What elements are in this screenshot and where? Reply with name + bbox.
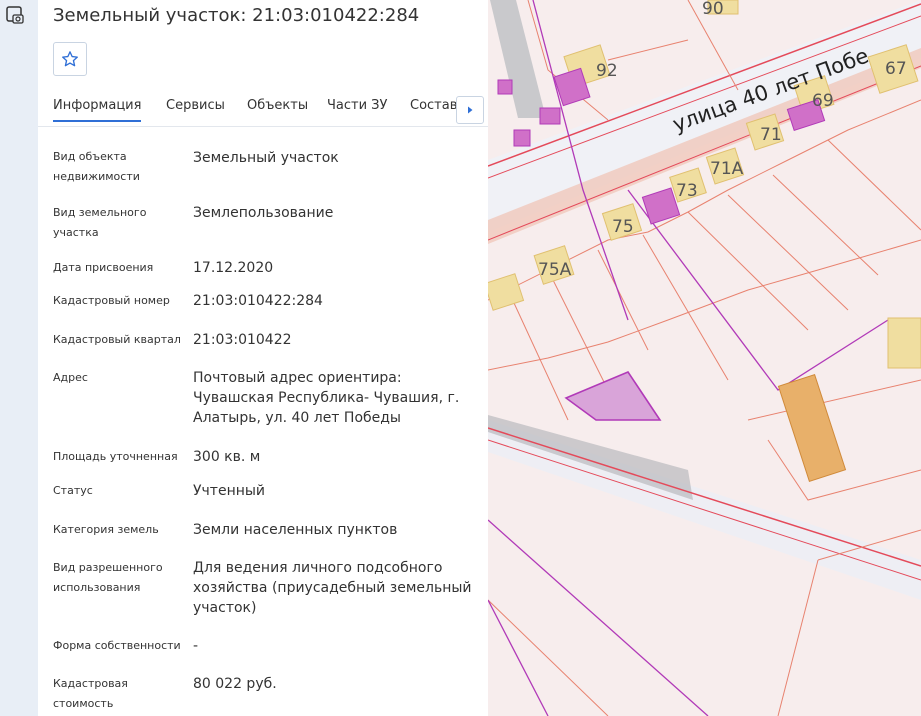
- info-label: Вид земельного участка: [53, 206, 147, 239]
- info-label: Форма собственности: [53, 639, 181, 652]
- house-number-label: 73: [676, 181, 698, 201]
- house-number-label: 69: [812, 91, 834, 111]
- tab-parts[interactable]: Части ЗУ: [327, 98, 387, 113]
- info-label: Площадь уточненная: [53, 450, 178, 463]
- tabs-next-button[interactable]: [456, 96, 484, 124]
- info-label: Кадастровая стоимость: [53, 677, 128, 710]
- info-value: Земли населенных пунктов: [193, 522, 398, 538]
- info-value: 300 кв. м: [193, 449, 261, 465]
- info-value: 17.12.2020: [193, 260, 274, 276]
- house-number-label: 90: [702, 0, 724, 19]
- tab-services[interactable]: Сервисы: [166, 98, 225, 113]
- left-toolbar: [0, 0, 38, 716]
- info-value: 21:03:010422: [193, 332, 292, 348]
- house-number-label: 67: [885, 59, 907, 79]
- info-label: Вид объекта недвижимости: [53, 150, 140, 183]
- info-value: Земельный участок: [193, 150, 339, 166]
- info-label: Кадастровый квартал: [53, 333, 181, 346]
- chevron-right-icon: [468, 106, 473, 114]
- info-label: Дата присвоения: [53, 261, 154, 274]
- info-value: Для ведения личного подсобного хозяйства…: [193, 560, 472, 616]
- tab-objects[interactable]: Объекты: [247, 98, 308, 113]
- info-value: -: [193, 638, 199, 654]
- screenshot-button[interactable]: [4, 4, 26, 26]
- tab-bar: Информация Сервисы Объекты Части ЗУ Сост…: [38, 90, 488, 127]
- tab-composition[interactable]: Состав: [410, 98, 457, 113]
- info-label: Вид разрешенного использования: [53, 561, 163, 594]
- star-icon: [62, 51, 78, 67]
- favorite-button[interactable]: [53, 42, 87, 76]
- info-label: Категория земель: [53, 523, 159, 536]
- info-label: Кадастровый номер: [53, 294, 170, 307]
- cadastral-map[interactable]: улица 40 лет Побе 90 92 67 69 71 71А 73 …: [488, 0, 921, 716]
- info-panel: Земельный участок: 21:03:010422:284 Инфо…: [38, 0, 488, 716]
- camera-icon: [6, 6, 24, 24]
- page-title: Земельный участок: 21:03:010422:284: [53, 5, 420, 26]
- info-value: Учтенный: [193, 483, 266, 499]
- info-value: Землепользование: [193, 205, 334, 221]
- house-number-label: 92: [596, 61, 618, 81]
- info-label: Адрес: [53, 371, 88, 384]
- info-value: 80 022 руб.: [193, 676, 277, 692]
- tab-information[interactable]: Информация: [53, 98, 142, 122]
- info-value: Почтовый адрес ориентира: Чувашская Респ…: [193, 370, 460, 426]
- info-value: 21:03:010422:284: [193, 293, 323, 309]
- house-number-label: 75А: [538, 260, 572, 280]
- house-number-label: 75: [612, 217, 634, 237]
- house-number-label: 71: [760, 125, 782, 145]
- house-number-label: 71А: [710, 159, 744, 179]
- info-label: Статус: [53, 484, 93, 497]
